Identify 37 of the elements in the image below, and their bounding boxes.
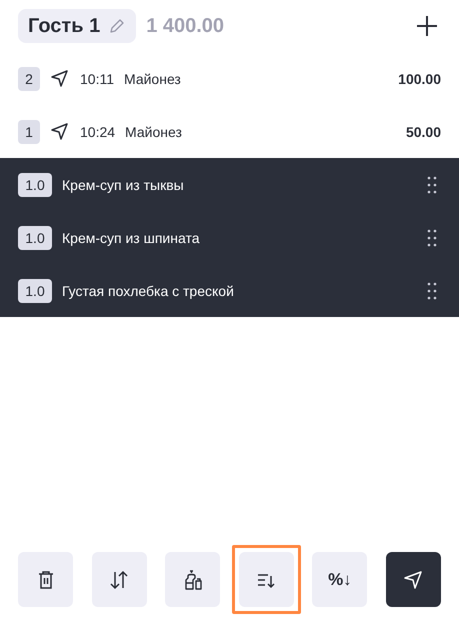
guest-name: Гость 1 (28, 14, 100, 38)
order-time: 10:24 (80, 124, 116, 140)
swap-arrows-button[interactable] (92, 552, 147, 607)
item-name: Крем-суп из тыквы (62, 176, 184, 192)
drag-handle-icon[interactable] (427, 228, 437, 246)
guest-total: 1 400.00 (146, 14, 224, 38)
swap-arrows-icon (108, 568, 130, 590)
guest-name-chip[interactable]: Гость 1 (18, 9, 136, 43)
item-price: 50.00 (406, 124, 441, 140)
quantity-badge: 1.0 (18, 172, 52, 196)
trash-button[interactable] (18, 552, 73, 607)
order-row[interactable]: 1.0 Крем-суп из тыквы (0, 158, 459, 211)
drag-handle-icon[interactable] (427, 176, 437, 194)
item-price: 100.00 (398, 70, 441, 86)
order-row[interactable]: 2 10:11 Майонез 100.00 (0, 52, 459, 105)
item-name: Крем-суп из шпината (62, 230, 200, 246)
order-time: 10:11 (80, 70, 114, 86)
send-icon (402, 568, 424, 590)
bottles-button[interactable] (165, 552, 220, 607)
sort-button[interactable] (238, 552, 294, 607)
order-row[interactable]: 1 10:24 Майонез 50.00 (0, 105, 459, 158)
item-name: Майонез (125, 124, 182, 140)
send-button[interactable] (386, 552, 441, 607)
add-icon[interactable] (416, 15, 438, 37)
pencil-icon (108, 17, 126, 35)
send-icon (50, 122, 70, 142)
order-row[interactable]: 1.0 Крем-суп из шпината (0, 211, 459, 264)
quantity-badge: 1.0 (18, 278, 52, 302)
quantity-badge: 2 (18, 66, 40, 90)
quantity-badge: 1.0 (18, 226, 52, 250)
item-name: Густая похлебка с треской (62, 282, 234, 298)
order-row[interactable]: 1.0 Густая похлебка с треской (0, 264, 459, 317)
item-name: Майонез (124, 70, 181, 86)
drag-handle-icon[interactable] (427, 282, 437, 300)
quantity-badge: 1 (18, 120, 40, 144)
send-icon (50, 68, 70, 88)
discount-sort-button[interactable]: %↓ (312, 552, 368, 607)
